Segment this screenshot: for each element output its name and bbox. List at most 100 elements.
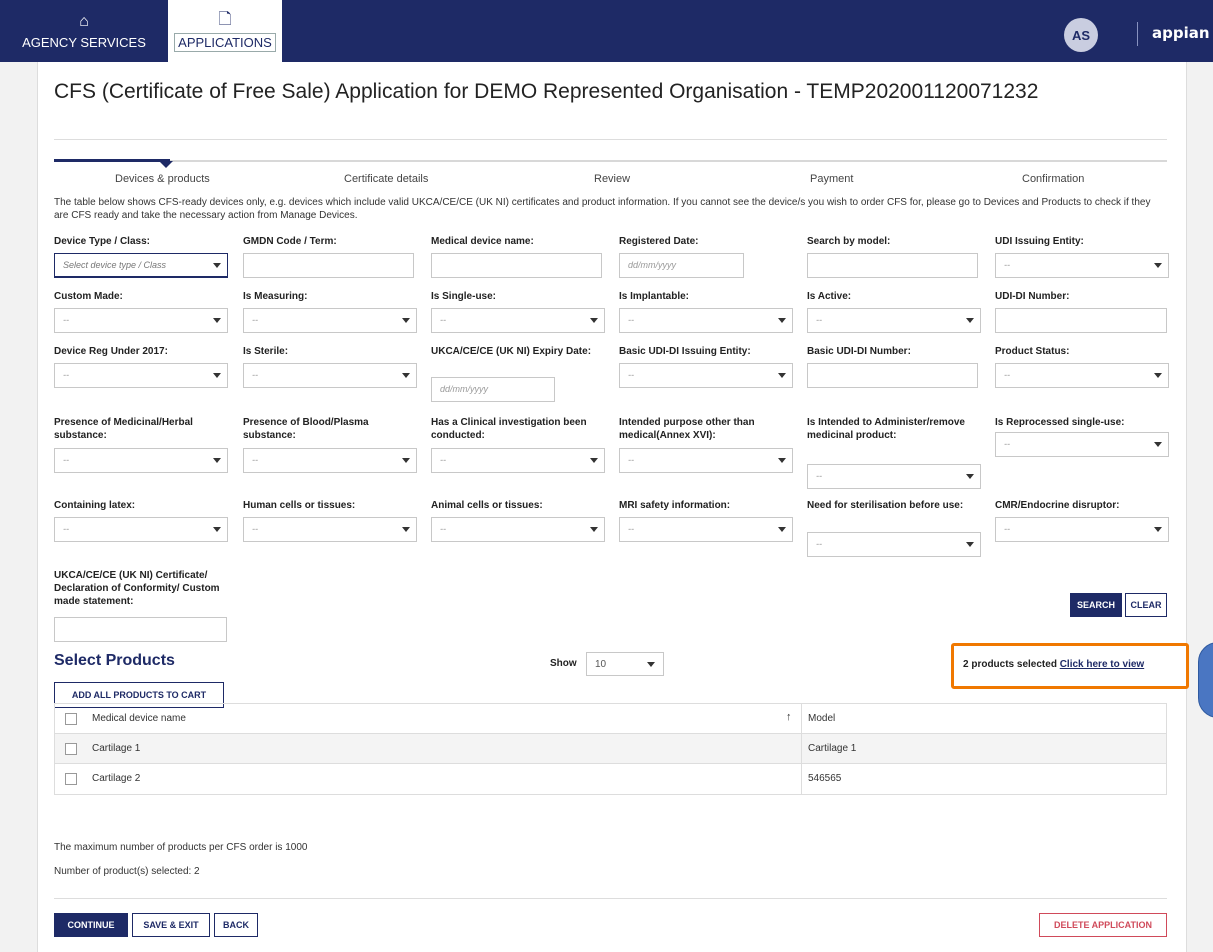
blood-plasma-label: Presence of Blood/Plasma substance: xyxy=(243,417,369,441)
animal-cells-select[interactable]: -- xyxy=(431,517,605,542)
is-implantable-select[interactable]: -- xyxy=(619,308,793,333)
nav-tab-applications[interactable]: 🗋 APPLICATIONS xyxy=(168,0,282,62)
is-measuring-label: Is Measuring: xyxy=(243,291,308,302)
title-divider xyxy=(54,139,1167,140)
page-size-select[interactable]: 10 xyxy=(586,652,664,676)
is-implantable-label: Is Implantable: xyxy=(619,291,690,302)
nav-tab-agency-services[interactable]: ⌂ AGENCY SERVICES xyxy=(0,0,168,62)
top-nav-bar: ⌂ AGENCY SERVICES 🗋 APPLICATIONS AS appi… xyxy=(0,0,1213,62)
select-value: -- xyxy=(816,471,822,481)
clear-button[interactable]: CLEAR xyxy=(1125,593,1167,617)
input-placeholder: dd/mm/yyyy xyxy=(440,384,489,394)
user-avatar[interactable]: AS xyxy=(1064,18,1098,52)
column-header-device-name[interactable]: Medical device name xyxy=(92,713,186,724)
selected-count-note: Number of product(s) selected: 2 xyxy=(54,866,200,877)
intended-purpose-label: Intended purpose other than medical(Anne… xyxy=(619,417,755,441)
column-divider xyxy=(801,764,802,794)
latex-select[interactable]: -- xyxy=(54,517,228,542)
gmdn-label: GMDN Code / Term: xyxy=(243,236,337,247)
continue-button[interactable]: CONTINUE xyxy=(54,913,128,937)
chevron-down-icon xyxy=(966,542,974,547)
chevron-down-icon xyxy=(402,527,410,532)
brand-logo: appian xyxy=(1152,24,1210,42)
mri-safety-select[interactable]: -- xyxy=(619,517,793,542)
max-products-note: The maximum number of products per CFS o… xyxy=(54,842,308,853)
view-selected-link[interactable]: Click here to view xyxy=(1060,659,1144,670)
select-value: -- xyxy=(252,455,258,465)
custom-made-select[interactable]: -- xyxy=(54,308,228,333)
chevron-down-icon xyxy=(213,527,221,532)
right-gutter xyxy=(1186,62,1213,952)
chevron-down-icon xyxy=(402,458,410,463)
show-label: Show xyxy=(550,658,577,669)
select-value: -- xyxy=(1004,439,1010,449)
registered-date-input[interactable]: dd/mm/yyyy xyxy=(619,253,744,278)
clinical-investigation-select[interactable]: -- xyxy=(431,448,605,473)
products-table: Medical device name ↑ Model Cartilage 1 … xyxy=(54,703,1167,795)
udi-issuing-entity-select[interactable]: -- xyxy=(995,253,1169,278)
model-cell: 546565 xyxy=(808,773,842,784)
is-sterile-select[interactable]: -- xyxy=(243,363,417,388)
select-value: -- xyxy=(440,315,446,325)
cmr-select[interactable]: -- xyxy=(995,517,1169,542)
chevron-down-icon xyxy=(778,318,786,323)
mri-safety-label: MRI safety information: xyxy=(619,500,731,511)
save-exit-button[interactable]: SAVE & EXIT xyxy=(132,913,210,937)
delete-application-button[interactable]: DELETE APPLICATION xyxy=(1039,913,1167,937)
chevron-down-icon xyxy=(966,474,974,479)
expiry-date-input[interactable]: dd/mm/yyyy xyxy=(431,377,555,402)
is-active-select[interactable]: -- xyxy=(807,308,981,333)
basic-udi-number-input[interactable] xyxy=(807,363,978,388)
product-status-select[interactable]: -- xyxy=(995,363,1169,388)
row-checkbox[interactable] xyxy=(65,773,77,785)
select-value: -- xyxy=(1004,260,1010,270)
intended-purpose-select[interactable]: -- xyxy=(619,448,793,473)
human-cells-select[interactable]: -- xyxy=(243,517,417,542)
column-header-model[interactable]: Model xyxy=(808,713,835,724)
device-type-label: Device Type / Class: xyxy=(54,236,150,247)
column-divider xyxy=(801,704,802,734)
custom-made-label: Custom Made: xyxy=(54,291,123,302)
certificate-input[interactable] xyxy=(54,617,227,642)
chevron-down-icon xyxy=(402,373,410,378)
select-value: -- xyxy=(63,370,69,380)
is-single-use-select[interactable]: -- xyxy=(431,308,605,333)
back-button[interactable]: BACK xyxy=(214,913,258,937)
device-reg-2017-select[interactable]: -- xyxy=(54,363,228,388)
selected-count-text: 2 products selected xyxy=(963,659,1057,670)
basic-udi-issuing-select[interactable]: -- xyxy=(619,363,793,388)
progress-active-bar xyxy=(54,159,170,162)
sterilisation-select[interactable]: -- xyxy=(807,532,981,557)
nav-divider xyxy=(1137,22,1138,46)
is-measuring-select[interactable]: -- xyxy=(243,308,417,333)
select-value: -- xyxy=(816,315,822,325)
clinical-investigation-label: Has a Clinical investigation been conduc… xyxy=(431,417,587,441)
blood-plasma-select[interactable]: -- xyxy=(243,448,417,473)
udi-di-number-input[interactable] xyxy=(995,308,1167,333)
chevron-down-icon xyxy=(647,662,655,667)
gmdn-input[interactable] xyxy=(243,253,414,278)
page-title: CFS (Certificate of Free Sale) Applicati… xyxy=(54,80,1039,103)
chevron-down-icon xyxy=(213,318,221,323)
select-value: -- xyxy=(1004,524,1010,534)
sort-arrow-icon[interactable]: ↑ xyxy=(786,711,792,723)
medicinal-substance-select[interactable]: -- xyxy=(54,448,228,473)
medical-device-name-input[interactable] xyxy=(431,253,602,278)
reprocessed-select[interactable]: -- xyxy=(995,432,1169,457)
left-gutter xyxy=(0,62,38,952)
reprocessed-label: Is Reprocessed single-use: xyxy=(995,417,1125,428)
is-active-label: Is Active: xyxy=(807,291,852,302)
select-value: -- xyxy=(1004,370,1010,380)
expiry-date-label: UKCA/CE/CE (UK NI) Expiry Date: xyxy=(431,346,592,357)
select-value: -- xyxy=(440,524,446,534)
search-by-model-input[interactable] xyxy=(807,253,978,278)
select-all-checkbox[interactable] xyxy=(65,713,77,725)
search-button[interactable]: SEARCH xyxy=(1070,593,1122,617)
row-checkbox[interactable] xyxy=(65,743,77,755)
device-type-select[interactable]: Select device type / Class xyxy=(54,253,228,278)
floating-help-button[interactable] xyxy=(1198,642,1213,718)
step-devices-products: Devices & products xyxy=(115,173,210,185)
administer-medicinal-select[interactable]: -- xyxy=(807,464,981,489)
select-value: -- xyxy=(816,539,822,549)
nav-tab-label: APPLICATIONS xyxy=(174,32,276,52)
